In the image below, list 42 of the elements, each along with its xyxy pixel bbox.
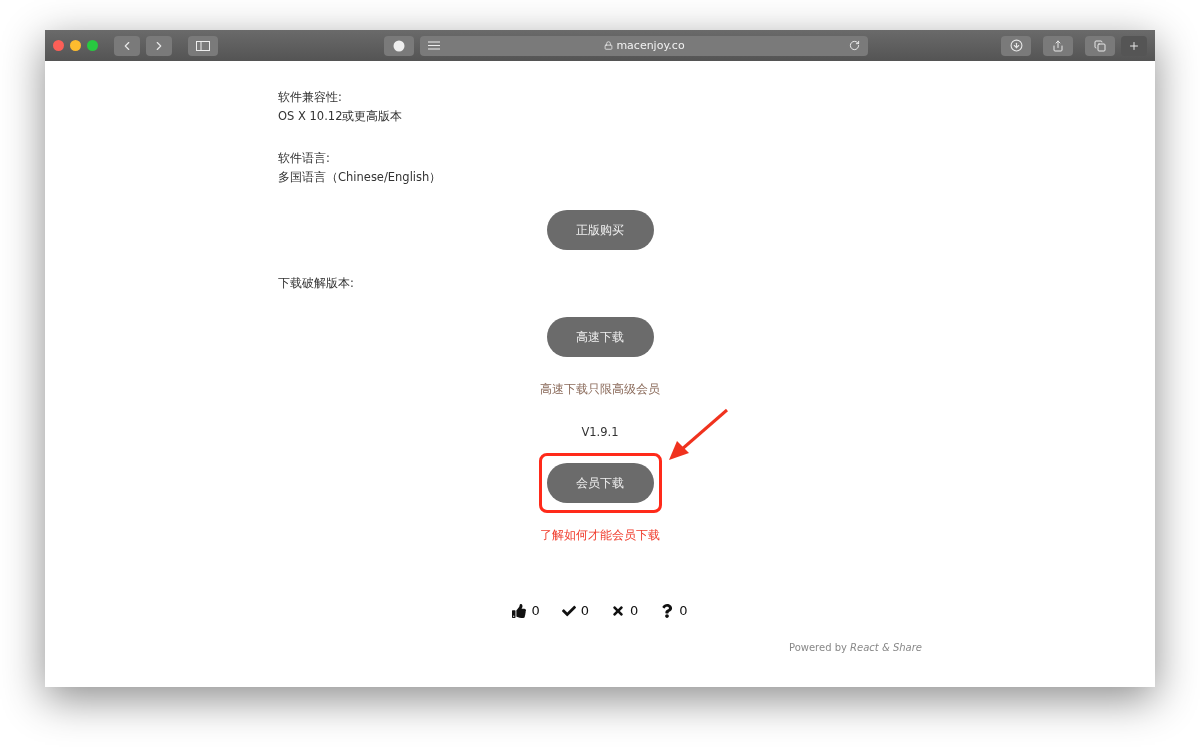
reaction-count: 0: [679, 603, 688, 618]
extension-button[interactable]: [384, 35, 414, 56]
tabs-icon: [1094, 39, 1106, 52]
check-icon[interactable]: [561, 603, 576, 618]
version-text: V1.9.1: [581, 425, 619, 439]
fast-download-note: 高速下载只限高级会员: [540, 382, 660, 397]
back-button[interactable]: [114, 35, 140, 56]
info-label: 软件语言:: [278, 150, 331, 167]
member-download-button[interactable]: 会员下载: [546, 463, 654, 503]
reaction-count: 0: [580, 603, 589, 618]
cross-icon[interactable]: [611, 603, 625, 618]
close-button[interactable]: [53, 40, 64, 51]
download-icon: [1009, 39, 1023, 52]
reaction-count: 0: [531, 603, 540, 618]
info-value: 多国语言（Chinese/English）: [278, 169, 443, 186]
reload-icon[interactable]: [849, 40, 860, 51]
powered-by-text: Powered by React & Share: [788, 642, 922, 653]
address-field[interactable]: macenjoy.co: [420, 35, 868, 56]
sidebar-icon: [196, 40, 210, 51]
lock-icon: [604, 41, 614, 50]
plus-icon: [1128, 39, 1140, 52]
downloads-button[interactable]: [1001, 35, 1031, 56]
info-label: 软件兼容性:: [278, 89, 343, 106]
sidebar-button[interactable]: [188, 35, 218, 56]
member-info-link[interactable]: 了解如何才能会员下载: [540, 528, 660, 543]
minimize-button[interactable]: [70, 40, 81, 51]
zoom-button[interactable]: [87, 40, 98, 51]
share-button[interactable]: [1043, 35, 1073, 56]
fast-download-button[interactable]: 高速下载: [546, 317, 654, 357]
forward-button[interactable]: [146, 35, 172, 56]
new-tab-button[interactable]: [1121, 35, 1147, 56]
reaction-count: 0: [630, 603, 639, 618]
download-label: 下载破解版本:: [278, 275, 355, 292]
reader-icon[interactable]: [428, 41, 440, 50]
tabs-button[interactable]: [1085, 35, 1115, 56]
url-text: macenjoy.co: [616, 39, 685, 52]
info-value: OS X 10.12或更高版本: [278, 108, 404, 125]
buy-button[interactable]: 正版购买: [546, 210, 654, 250]
question-mark-icon[interactable]: [660, 603, 675, 618]
share-icon: [1052, 39, 1064, 52]
thumbs-up-icon[interactable]: [512, 603, 527, 618]
extension-icon: [393, 39, 405, 52]
